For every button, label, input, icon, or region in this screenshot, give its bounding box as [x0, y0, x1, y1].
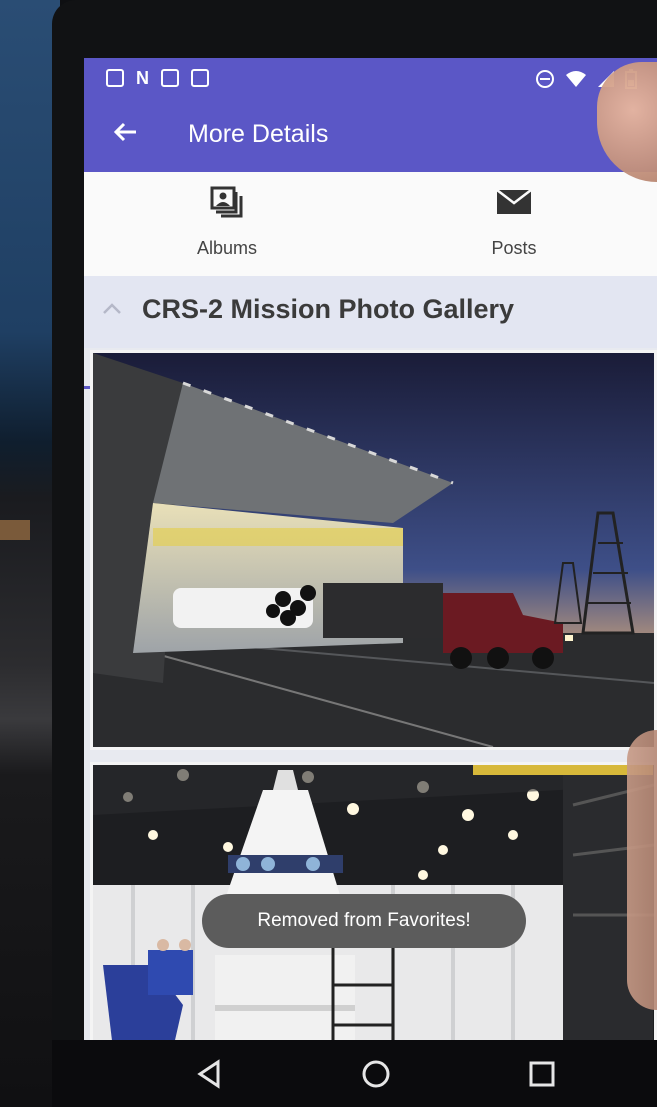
hangar-rocket-image: [93, 353, 654, 747]
app-bar: More Details: [84, 100, 657, 172]
download-icon: [106, 69, 124, 87]
user-hand: [627, 730, 657, 1010]
wifi-icon: [566, 71, 586, 87]
tab-albums-label: Albums: [196, 238, 258, 258]
background-left: [0, 0, 60, 1107]
gallery-photo[interactable]: [90, 350, 657, 750]
tab-bar: Albums Posts: [84, 172, 657, 389]
notification-icon: [161, 69, 179, 87]
back-arrow-icon[interactable]: [110, 118, 146, 154]
system-navigation-bar: [52, 1040, 657, 1107]
page-title: More Details: [188, 120, 329, 148]
envelope-icon: [497, 189, 531, 214]
back-nav-icon[interactable]: [192, 1056, 228, 1092]
nfc-icon: N: [136, 68, 149, 88]
do-not-disturb-icon: [536, 70, 554, 88]
photo-album-icon: [210, 186, 243, 218]
notification-icon: [191, 69, 209, 87]
tab-posts-label: Posts: [491, 238, 537, 258]
toast-message: Removed from Favorites!: [202, 894, 526, 948]
album-section-header[interactable]: CRS-2 Mission Photo Gallery: [84, 276, 657, 348]
tab-albums[interactable]: Albums: [84, 172, 370, 276]
album-title: CRS-2 Mission Photo Gallery: [142, 294, 515, 324]
tab-posts[interactable]: Posts: [371, 172, 657, 276]
home-nav-icon[interactable]: [358, 1056, 394, 1092]
recents-nav-icon[interactable]: [524, 1056, 560, 1092]
status-bar: N: [84, 58, 657, 100]
chevron-up-icon[interactable]: [102, 298, 122, 321]
phone-screen: N More Details Albums Posts CRS-2 Missio…: [84, 58, 657, 1040]
